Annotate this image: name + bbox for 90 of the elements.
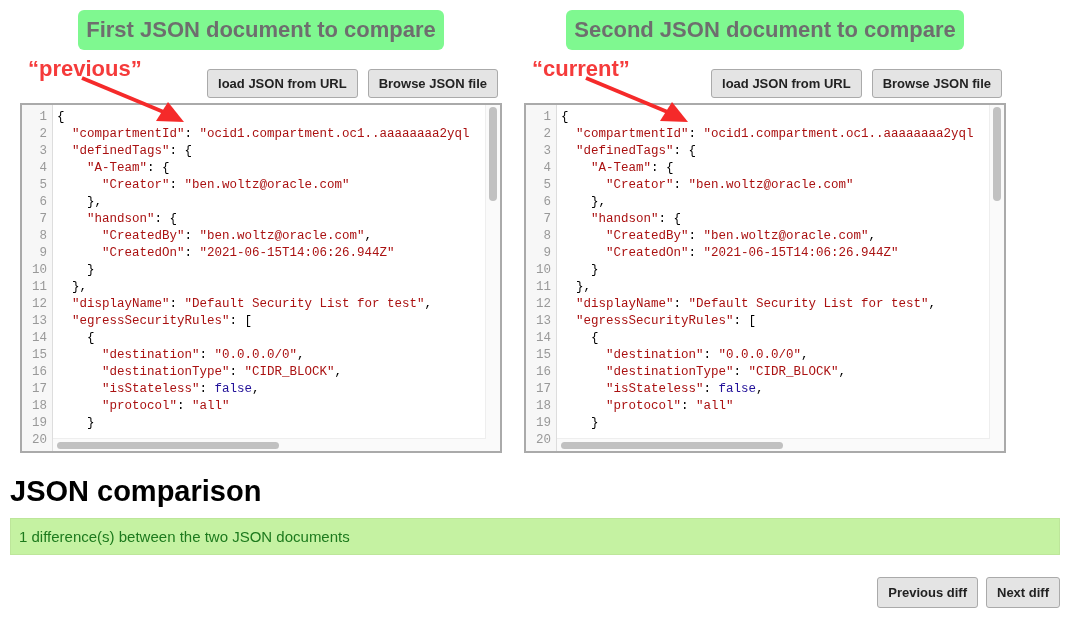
- code-line: "definedTags": {: [575, 143, 697, 160]
- code-line: }: [86, 262, 95, 279]
- line-number: 5: [542, 177, 552, 194]
- code-line: "displayName": "Default Security List for test",: [575, 296, 937, 313]
- load-button[interactable]: Browse JSON file: [871, 69, 1002, 98]
- line-number: 9: [38, 245, 48, 262]
- line-number: 4: [542, 160, 552, 177]
- line-number: 19: [31, 415, 48, 432]
- line-number: 6: [38, 194, 48, 211]
- code-line: "displayName": "Default Security List for test",: [71, 296, 433, 313]
- code-line: "destination": "0.0.0.0/0",: [101, 347, 305, 364]
- code-line: "egressSecurityRules": [: [71, 313, 253, 330]
- line-number: 15: [31, 347, 48, 364]
- code-line: {: [86, 330, 95, 347]
- line-number: 11: [31, 279, 48, 296]
- line-number: 7: [542, 211, 552, 228]
- line-number: 9: [542, 245, 552, 262]
- code-line: "destinationType": "CIDR_BLOCK",: [101, 364, 343, 381]
- code-line: "isStateless": false,: [101, 381, 260, 398]
- code-line: }: [86, 415, 95, 432]
- line-number: 13: [535, 313, 552, 330]
- line-number: 12: [31, 296, 48, 313]
- line-number: 10: [535, 262, 552, 279]
- line-number: 11: [535, 279, 552, 296]
- line-number: 6: [542, 194, 552, 211]
- line-number: 5: [38, 177, 48, 194]
- code-line: "CreatedBy": "ben.woltz@oracle.com",: [101, 228, 373, 245]
- code-line: "egressSecurityRules": [: [575, 313, 757, 330]
- line-number: 19: [535, 415, 552, 432]
- load-button[interactable]: Browse JSON file: [367, 69, 498, 98]
- code-line: "CreatedOn": "2021-06-15T14:06:26.944Z": [101, 245, 395, 262]
- line-number: 17: [535, 381, 552, 398]
- code-line: },: [590, 194, 606, 211]
- line-number: 10: [31, 262, 48, 279]
- code-line: "Creator": "ben.woltz@oracle.com": [605, 177, 854, 194]
- line-number: 18: [535, 398, 552, 415]
- diff-nav-button[interactable]: Next diff: [986, 577, 1060, 608]
- load-button[interactable]: load JSON from URL: [207, 69, 358, 98]
- line-number: 3: [542, 143, 552, 160]
- load-button[interactable]: load JSON from URL: [711, 69, 862, 98]
- line-number: 13: [31, 313, 48, 330]
- line-number: 20: [31, 432, 48, 449]
- code-line: "A-Team": {: [86, 160, 170, 177]
- code-line: },: [71, 279, 87, 296]
- code-line: },: [575, 279, 591, 296]
- line-number: 12: [535, 296, 552, 313]
- code-line: {: [57, 109, 65, 126]
- line-number: 18: [31, 398, 48, 415]
- line-number: 16: [535, 364, 552, 381]
- code-line: "compartmentId": "ocid1.compartment.oc1..aaaaaaaa2yql: [71, 126, 470, 143]
- code-line: }: [590, 262, 599, 279]
- code-line: "compartmentId": "ocid1.compartment.oc1..aaaaaaaa2yql: [575, 126, 974, 143]
- line-number: 14: [31, 330, 48, 347]
- code-line: "CreatedBy": "ben.woltz@oracle.com",: [605, 228, 877, 245]
- line-number: 16: [31, 364, 48, 381]
- code-line: {: [561, 109, 569, 126]
- section-heading: JSON comparison: [10, 475, 263, 508]
- line-number: 15: [535, 347, 552, 364]
- code-line: "handson": {: [590, 211, 682, 228]
- panel-title: Second JSON document to compare: [566, 10, 964, 50]
- diff-nav-button[interactable]: Previous diff: [877, 577, 978, 608]
- line-number: 4: [38, 160, 48, 177]
- code-line: "CreatedOn": "2021-06-15T14:06:26.944Z": [605, 245, 899, 262]
- code-line: "handson": {: [86, 211, 178, 228]
- code-line: {: [590, 330, 599, 347]
- code-line: "A-Team": {: [590, 160, 674, 177]
- line-number: 2: [542, 126, 552, 143]
- code-line: "protocol": "all": [605, 398, 734, 415]
- line-number: 20: [535, 432, 552, 449]
- code-line: "destinationType": "CIDR_BLOCK",: [605, 364, 847, 381]
- code-line: },: [86, 194, 102, 211]
- code-line: "Creator": "ben.woltz@oracle.com": [101, 177, 350, 194]
- line-number: 1: [38, 109, 48, 126]
- line-number: 3: [38, 143, 48, 160]
- line-number: 2: [38, 126, 48, 143]
- result-message: 1 difference(s) between the two JSON documents: [10, 518, 1060, 555]
- code-line: "destination": "0.0.0.0/0",: [605, 347, 809, 364]
- line-number: 17: [31, 381, 48, 398]
- panel-title: First JSON document to compare: [78, 10, 444, 50]
- code-line: "isStateless": false,: [605, 381, 764, 398]
- line-number: 14: [535, 330, 552, 347]
- annotation-label: “previous”: [28, 56, 142, 82]
- line-number: 8: [542, 228, 552, 245]
- line-number: 7: [38, 211, 48, 228]
- code-line: }: [590, 415, 599, 432]
- code-line: "definedTags": {: [71, 143, 193, 160]
- line-number: 8: [38, 228, 48, 245]
- code-line: "protocol": "all": [101, 398, 230, 415]
- line-number: 1: [542, 109, 552, 126]
- annotation-label: “current”: [532, 56, 630, 82]
